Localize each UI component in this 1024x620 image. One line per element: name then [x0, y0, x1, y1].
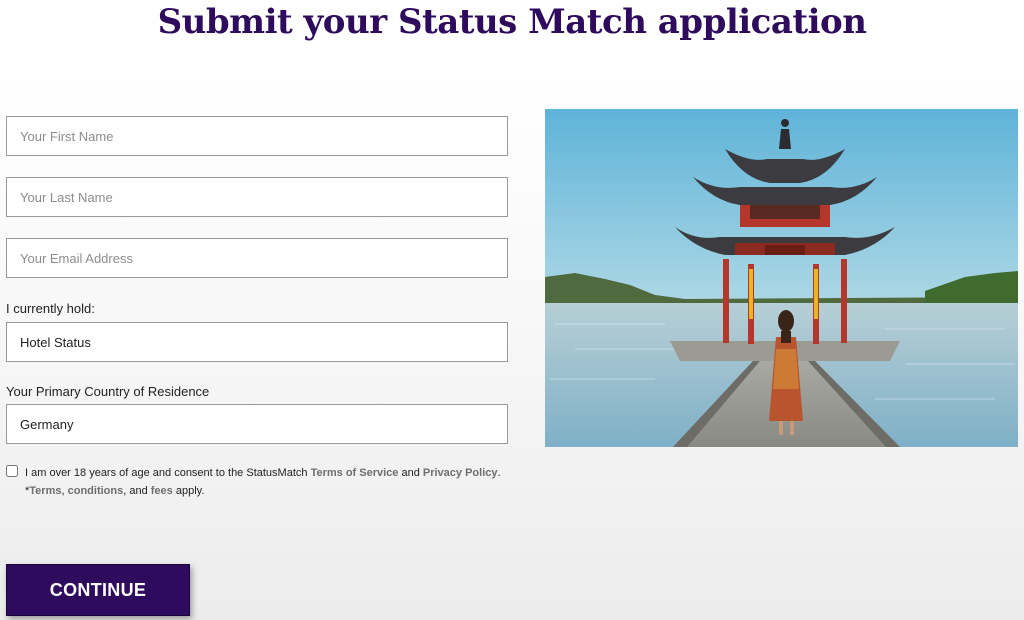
consent-line-1: I am over 18 years of age and consent to… — [25, 467, 501, 479]
terms-link[interactable]: Terms — [29, 485, 61, 497]
country-label: Your Primary Country of Residence — [6, 384, 210, 399]
hold-label: I currently hold: — [6, 301, 95, 316]
consent-line-2: *Terms, conditions, and fees apply. — [25, 485, 205, 497]
page-title: Submit your Status Match application — [157, 2, 867, 42]
status-select-value: Hotel Status — [20, 334, 91, 350]
consent-checkbox[interactable] — [6, 465, 18, 477]
consent-block: I am over 18 years of age and consent to… — [6, 464, 516, 500]
fees-link[interactable]: fees — [151, 485, 173, 497]
privacy-policy-link[interactable]: Privacy Policy — [423, 467, 498, 479]
status-select[interactable]: Hotel Status — [6, 322, 508, 362]
pagoda-photo — [545, 109, 1018, 447]
terms-of-service-link[interactable]: Terms of Service — [311, 467, 399, 479]
last-name-input[interactable] — [6, 177, 508, 217]
country-select-value: Germany — [20, 416, 74, 432]
continue-button[interactable]: CONTINUE — [6, 564, 190, 616]
email-input[interactable] — [6, 238, 508, 278]
country-select[interactable]: Germany — [6, 404, 508, 444]
consent-text: I am over 18 years of age and consent to… — [25, 464, 516, 500]
conditions-link[interactable]: conditions — [68, 485, 124, 497]
first-name-input[interactable] — [6, 116, 508, 156]
